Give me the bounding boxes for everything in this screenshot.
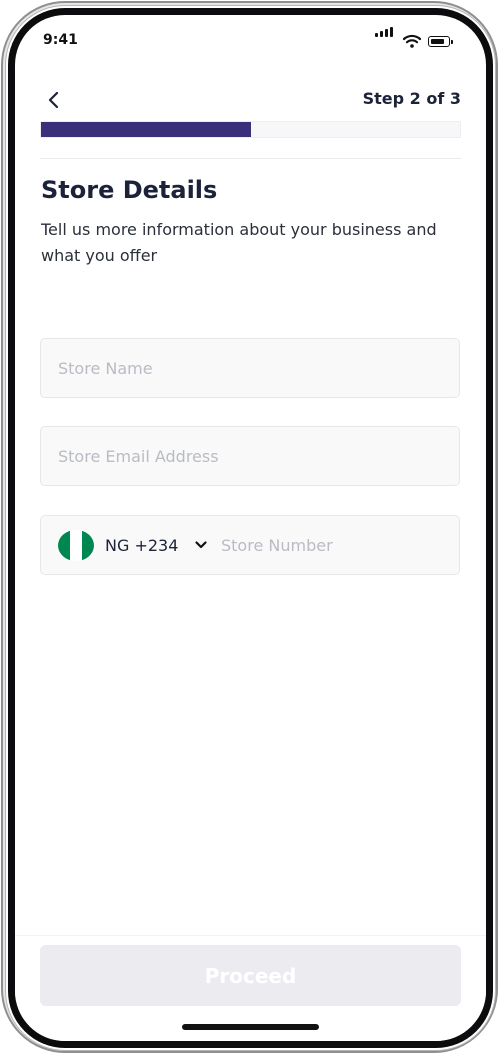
step-progress-bar xyxy=(40,121,461,138)
store-name-input[interactable] xyxy=(41,339,459,397)
proceed-button[interactable]: Proceed xyxy=(40,945,461,1006)
store-email-field xyxy=(40,426,460,486)
chevron-left-icon xyxy=(48,91,59,109)
header-divider xyxy=(40,158,461,159)
nigeria-flag-icon xyxy=(58,530,94,561)
wifi-icon xyxy=(403,34,421,48)
step-progress-fill xyxy=(41,122,251,137)
page-title: Store Details xyxy=(41,176,218,204)
store-number-input[interactable] xyxy=(204,516,459,574)
store-number-field: NG +234 xyxy=(40,515,460,575)
battery-icon xyxy=(428,36,450,47)
country-code-label: NG +234 xyxy=(105,536,179,555)
step-label: Step 2 of 3 xyxy=(362,89,461,108)
status-time: 9:41 xyxy=(43,32,78,48)
app-screen: 9:41 Step 2 of 3 Store Details Tell us m… xyxy=(15,15,486,1041)
store-name-field xyxy=(40,338,460,398)
store-email-input[interactable] xyxy=(41,427,459,485)
battery-tip xyxy=(451,40,453,44)
home-indicator xyxy=(182,1024,319,1030)
page-subtitle: Tell us more information about your busi… xyxy=(41,220,437,265)
back-button[interactable] xyxy=(43,88,67,112)
status-icons xyxy=(373,27,463,49)
